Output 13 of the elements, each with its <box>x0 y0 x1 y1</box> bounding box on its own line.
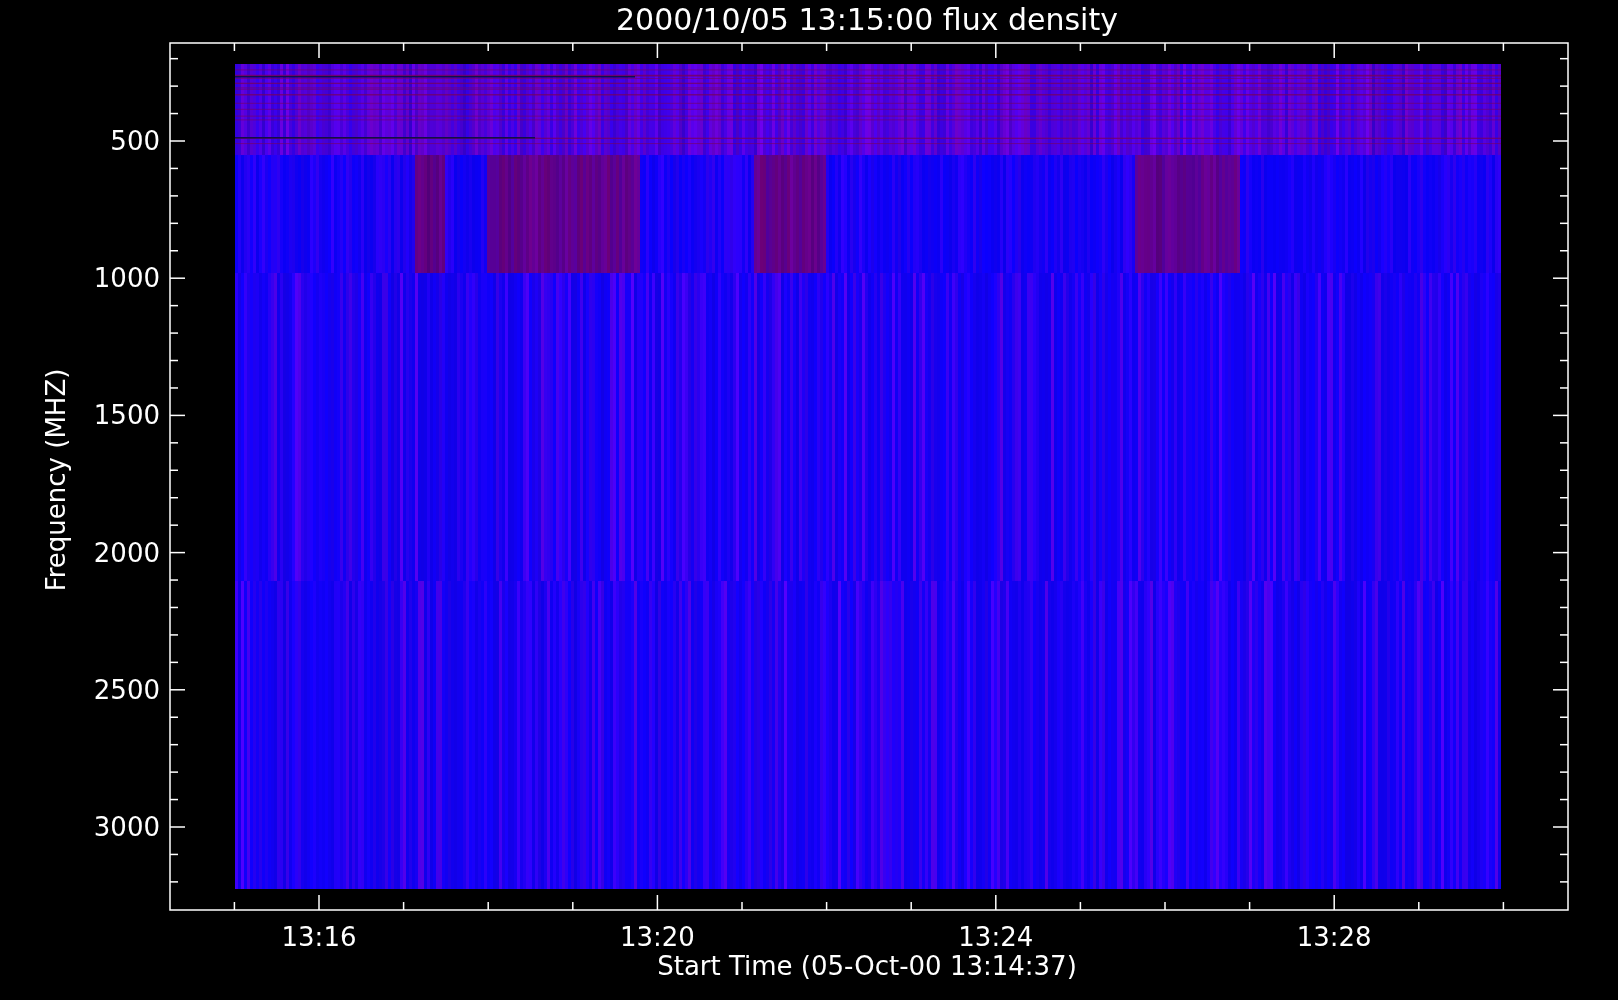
x-tick-label: 13:20 <box>619 922 695 952</box>
y-tick-label: 3000 <box>93 812 160 842</box>
x-axis-label: Start Time (05-Oct-00 13:14:37) <box>657 951 1077 981</box>
y-axis-label: Frequency (MHZ) <box>41 368 71 592</box>
y-tick-label: 1500 <box>93 400 160 431</box>
x-tick-label: 13:28 <box>1296 922 1372 952</box>
chart-title: 2000/10/05 13:15:00 flux density <box>616 2 1118 37</box>
y-tick-label: 500 <box>110 126 160 156</box>
y-tick-label: 1000 <box>93 263 160 294</box>
y-tick-label: 2000 <box>93 537 160 568</box>
x-tick-label: 13:16 <box>281 922 357 952</box>
x-tick-label: 13:24 <box>958 922 1034 952</box>
y-tick-label: 2500 <box>93 674 160 705</box>
